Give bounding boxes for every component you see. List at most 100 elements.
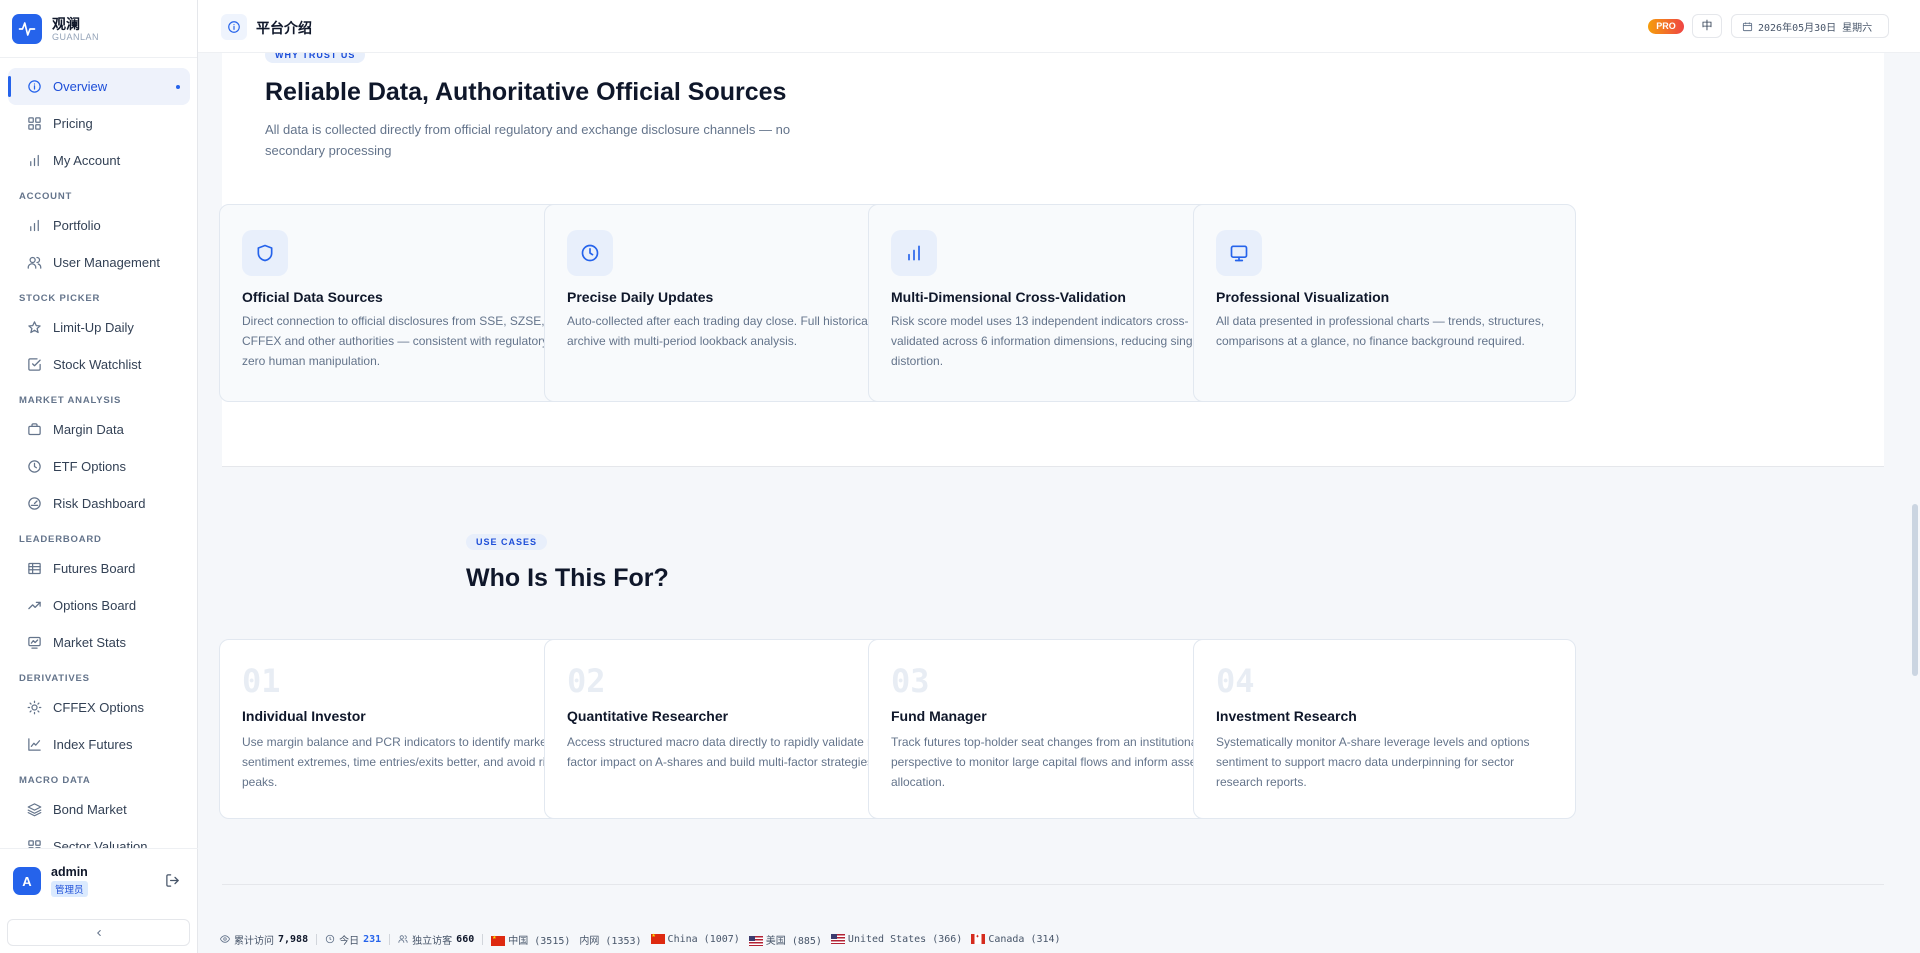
country-stats: 中国 (3515) 内网 (1353) China (1007) 美国 (885) Un…: [491, 931, 1069, 947]
info-circle-icon: [28, 80, 41, 93]
language-toggle-button[interactable]: 中: [1692, 14, 1722, 38]
table-icon: [28, 562, 41, 575]
sidebar-item-etf-options[interactable]: ETF Options: [8, 448, 190, 485]
section-title: Reliable Data, Authoritative Official So…: [265, 78, 787, 106]
card-title: Individual Investor: [242, 708, 366, 724]
user-role-badge: 管理员: [51, 880, 88, 897]
info-circle-icon: [221, 14, 247, 40]
sidebar-item-label: ETF Options: [53, 459, 126, 474]
card-text: Risk score model uses 13 independent ind…: [891, 314, 1230, 368]
active-dot: [176, 85, 180, 89]
country-stat-text: 中国 (3515): [508, 935, 571, 947]
card-text: Track futures top-holder seat changes fr…: [891, 735, 1201, 789]
sidebar-item-user-management[interactable]: User Management: [8, 244, 190, 281]
sidebar-item-bond-market[interactable]: Bond Market: [8, 791, 190, 828]
canada-flag-icon: [971, 932, 986, 944]
use-case-card: 04 Investment Research Systematically moni…: [1193, 639, 1576, 819]
sidebar-item-label: Margin Data: [53, 422, 124, 437]
logout-icon[interactable]: [165, 873, 180, 888]
visitor-stats-bar: 累计访问 7,988 今日231 独立访客660 中国 (3515) 内网 (135…: [198, 925, 1920, 953]
sidebar-item-my-account[interactable]: My Account: [8, 142, 190, 179]
card-title: Official Data Sources: [242, 289, 383, 305]
trending-up-icon: [28, 601, 41, 610]
section-pill: WHY TRUST US: [265, 53, 366, 63]
sidebar-item-portfolio[interactable]: Portfolio: [8, 207, 190, 244]
sidebar-item-limit-up-daily[interactable]: Limit-Up Daily: [8, 309, 190, 346]
top-header: 平台介绍 PRO 中 2026年05月30日 星期六: [198, 0, 1920, 53]
avatar[interactable]: A: [13, 867, 41, 895]
sun-icon: [27, 700, 42, 715]
card-text: Access structured macro data directly to…: [567, 735, 901, 769]
country-stat-text: China (1007): [667, 933, 740, 945]
sidebar-item-index-futures[interactable]: Index Futures: [8, 726, 190, 763]
sidebar-item-overview[interactable]: Overview: [8, 68, 190, 105]
country-stat-text: 内网 (1353): [579, 935, 642, 947]
china-flag-icon: [650, 931, 665, 944]
sidebar-section-derivatives: DERIVATIVES: [19, 673, 90, 684]
line-chart-icon: [28, 738, 41, 751]
total-visits-label: 累计访问: [234, 935, 274, 947]
sidebar-item-label: Risk Dashboard: [53, 496, 146, 511]
clock-icon: [325, 934, 335, 944]
sidebar-item-futures-board[interactable]: Futures Board: [8, 550, 190, 587]
separator: [482, 933, 484, 945]
sidebar-item-label: CFFEX Options: [53, 700, 145, 715]
sidebar-section-leaderboard: LEADERBOARD: [19, 534, 102, 545]
country-stat: Canada (314): [971, 932, 1061, 945]
sidebar-item-options-board[interactable]: Options Board: [8, 587, 190, 624]
pro-badge: PRO: [1648, 19, 1684, 34]
star-icon: [28, 321, 41, 334]
monitor-icon: [1230, 245, 1248, 262]
pulse-logo-icon: [12, 13, 42, 44]
card-text: Use margin balance and PCR indicators to…: [242, 735, 558, 789]
layers-icon: [27, 803, 42, 817]
bar-chart-icon: [30, 219, 39, 232]
card-text: Auto-collected after each trading day cl…: [567, 314, 871, 348]
sidebar-item-margin-data[interactable]: Margin Data: [8, 411, 190, 448]
clock-icon: [28, 460, 41, 473]
sidebar-item-label: Bond Market: [53, 802, 127, 817]
unique-visitors-value: 660: [456, 933, 475, 945]
card-title: Precise Daily Updates: [567, 289, 714, 305]
country-stat: 内网 (1353): [579, 932, 641, 947]
sidebar-section-stock-picker: STOCK PICKER: [19, 293, 101, 304]
sidebar-item-label: My Account: [53, 153, 121, 168]
shield-icon: [257, 244, 273, 262]
sidebar-item-label: Limit-Up Daily: [53, 320, 134, 335]
card-title: Fund Manager: [891, 708, 987, 724]
card-number: 03: [891, 662, 930, 700]
sidebar-item-stock-watchlist[interactable]: Stock Watchlist: [8, 346, 190, 383]
page-scrollbar[interactable]: [1912, 504, 1918, 676]
sidebar-item-market-stats[interactable]: Market Stats: [8, 624, 190, 661]
feature-card: Professional Visualization All data prese…: [1193, 204, 1576, 402]
sidebar-item-risk-dashboard[interactable]: Risk Dashboard: [8, 485, 190, 522]
sidebar-item-pricing[interactable]: Pricing: [8, 105, 190, 142]
sidebar: 观澜 GUANLAN Overview Pricing My Account ACCO…: [0, 0, 198, 953]
sidebar-item-label: Futures Board: [53, 561, 136, 576]
check-square-icon: [28, 358, 41, 371]
brand-subtitle: GUANLAN: [52, 31, 100, 42]
eye-icon: [220, 935, 230, 943]
card-title: Professional Visualization: [1216, 289, 1390, 305]
today-visits-label: 今日: [339, 935, 360, 947]
card-title: Investment Research: [1216, 708, 1357, 724]
country-stat: 中国 (3515): [491, 932, 570, 947]
sidebar-item-cffex-options[interactable]: CFFEX Options: [8, 689, 190, 726]
country-stat-text: United States (366): [847, 933, 963, 945]
card-number: 04: [1216, 662, 1255, 700]
brand[interactable]: 观澜 GUANLAN: [0, 0, 197, 58]
sidebar-item-sector-valuation[interactable]: Sector Valuation: [8, 828, 190, 848]
chevron-left-icon: [96, 929, 101, 936]
sidebar-nav: Overview Pricing My Account ACCOUNT Portfoli…: [0, 68, 198, 848]
bar-chart-icon: [30, 154, 39, 167]
grid-icon: [28, 117, 41, 130]
user-panel: A admin 管理员: [0, 848, 198, 913]
collapse-sidebar-button[interactable]: [7, 919, 190, 946]
main-content: WHY TRUST US Reliable Data, Authoritativ…: [198, 53, 1920, 925]
sidebar-item-label: Overview: [53, 79, 108, 94]
card-text: Direct connection to official disclosure…: [242, 314, 579, 368]
section-pill: USE CASES: [466, 534, 548, 550]
date-display: 2026年05月30日 星期六: [1731, 14, 1889, 38]
sidebar-item-label: Portfolio: [53, 218, 101, 233]
country-stat-text: 美国 (885): [765, 935, 822, 947]
